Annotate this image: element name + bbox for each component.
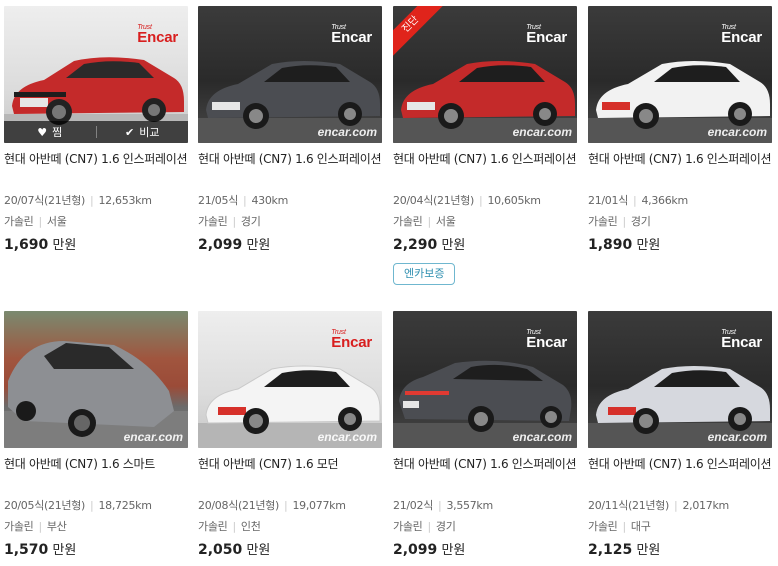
encar-logo: Trust Encar: [721, 329, 762, 351]
car-price: 2,099 만원: [393, 542, 466, 558]
car-year-mileage: 20/11식(21년형) | 2,017km: [588, 499, 729, 512]
encar-watermark: encar.com: [707, 125, 767, 139]
car-card[interactable]: Trust Encar encar.com 현대 아반떼 (CN7) 1.6 인스…: [198, 6, 382, 253]
car-year-mileage: 21/01식 | 4,366km: [588, 194, 688, 207]
car-card[interactable]: 진단 Trust Encar encar.com 현대 아반떼 (CN7) 1.6…: [393, 6, 577, 285]
car-card[interactable]: Trust Encar encar.com 현대 아반떼 (CN7) 1.6 인스…: [393, 311, 577, 558]
car-fuel-region: 가솔린 | 인천: [198, 520, 261, 533]
car-fuel-region: 가솔린 | 경기: [198, 215, 261, 228]
compare-button[interactable]: ✔ 비교: [97, 121, 189, 143]
car-fuel-region: 가솔린 | 대구: [588, 520, 651, 533]
car-thumbnail[interactable]: Trust Encar encar.com: [588, 6, 772, 143]
heart-icon: ♥: [37, 125, 48, 139]
car-fuel-region: 가솔린 | 경기: [588, 215, 651, 228]
encar-logo: Trust Encar: [331, 329, 372, 351]
car-thumbnail[interactable]: encar.com: [4, 311, 188, 448]
car-thumbnail[interactable]: 진단 Trust Encar encar.com: [393, 6, 577, 143]
car-thumbnail[interactable]: Trust Encar encar.com: [588, 311, 772, 448]
check-icon: ✔: [125, 125, 135, 139]
car-price: 2,125 만원: [588, 542, 661, 558]
car-thumbnail[interactable]: Trust Encar encar.com: [198, 311, 382, 448]
encar-watermark: encar.com: [512, 125, 572, 139]
car-title[interactable]: 현대 아반떼 (CN7) 1.6 인스퍼레이션: [588, 150, 772, 188]
car-price: 2,050 만원: [198, 542, 271, 558]
car-year-mileage: 20/08식(21년형) | 19,077km: [198, 499, 346, 512]
car-thumbnail[interactable]: Trust Encar encar.com: [198, 6, 382, 143]
encar-logo: Trust Encar: [137, 24, 178, 46]
car-title[interactable]: 현대 아반떼 (CN7) 1.6 인스퍼레이션: [4, 150, 188, 188]
encar-watermark: encar.com: [512, 430, 572, 444]
car-price: 1,890 만원: [588, 237, 661, 253]
car-year-mileage: 21/02식 | 3,557km: [393, 499, 493, 512]
car-year-mileage: 20/07식(21년형) | 12,653km: [4, 194, 152, 207]
car-card[interactable]: Trust Encar encar.com 현대 아반떼 (CN7) 1.6 인스…: [588, 311, 772, 558]
car-fuel-region: 가솔린 | 서울: [4, 215, 67, 228]
encar-watermark: encar.com: [317, 125, 377, 139]
encar-watermark: encar.com: [707, 430, 767, 444]
car-title[interactable]: 현대 아반떼 (CN7) 1.6 인스퍼레이션: [393, 455, 577, 493]
car-card[interactable]: Trust Encar encar.com 현대 아반떼 (CN7) 1.6 인스…: [588, 6, 772, 253]
car-price: 1,690 만원: [4, 237, 77, 253]
car-thumbnail[interactable]: Trust Encar ♥ 찜 ✔ 비교: [4, 6, 188, 143]
like-button[interactable]: ♥ 찜: [4, 121, 96, 143]
car-fuel-region: 가솔린 | 경기: [393, 520, 456, 533]
car-card[interactable]: Trust Encar encar.com 현대 아반떼 (CN7) 1.6 모던…: [198, 311, 382, 558]
car-fuel-region: 가솔린 | 부산: [4, 520, 67, 533]
car-card[interactable]: encar.com 현대 아반떼 (CN7) 1.6 스마트 20/05식(21…: [4, 311, 188, 558]
car-year-mileage: 20/04식(21년형) | 10,605km: [393, 194, 541, 207]
encar-watermark: encar.com: [317, 430, 377, 444]
encar-logo: Trust Encar: [526, 329, 567, 351]
car-year-mileage: 20/05식(21년형) | 18,725km: [4, 499, 152, 512]
encar-warranty-badge[interactable]: 엔카보증: [393, 263, 456, 285]
card-hover-overlay: ♥ 찜 ✔ 비교: [4, 121, 188, 143]
car-title[interactable]: 현대 아반떼 (CN7) 1.6 모던: [198, 455, 382, 493]
encar-logo: Trust Encar: [331, 24, 372, 46]
car-fuel-region: 가솔린 | 서울: [393, 215, 456, 228]
car-title[interactable]: 현대 아반떼 (CN7) 1.6 인스퍼레이션: [393, 150, 577, 188]
car-card[interactable]: Trust Encar ♥ 찜 ✔ 비교 현대 아반떼 (CN7) 1.6 인스퍼레이…: [4, 6, 188, 253]
car-title[interactable]: 현대 아반떼 (CN7) 1.6 인스퍼레이션: [588, 455, 772, 493]
car-price: 2,099 만원: [198, 237, 271, 253]
encar-watermark: encar.com: [123, 430, 183, 444]
car-price: 2,290 만원: [393, 237, 466, 253]
car-title[interactable]: 현대 아반떼 (CN7) 1.6 인스퍼레이션: [198, 150, 382, 188]
car-title[interactable]: 현대 아반떼 (CN7) 1.6 스마트: [4, 455, 188, 493]
car-thumbnail[interactable]: Trust Encar encar.com: [393, 311, 577, 448]
car-price: 1,570 만원: [4, 542, 77, 558]
encar-logo: Trust Encar: [526, 24, 567, 46]
car-image: [4, 341, 188, 448]
car-year-mileage: 21/05식 | 430km: [198, 194, 289, 207]
encar-logo: Trust Encar: [721, 24, 762, 46]
